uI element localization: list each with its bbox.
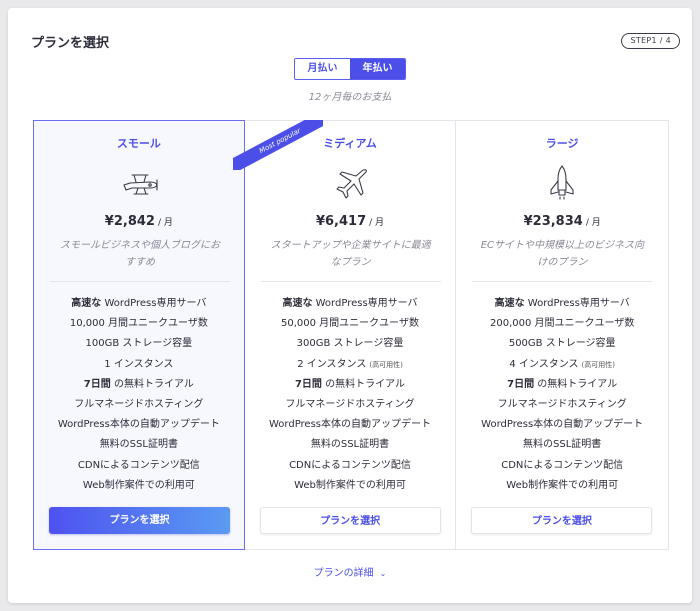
feature-item: 無料のSSL証明書 — [310, 439, 390, 451]
feature-item: フルマネージドホスティング — [497, 399, 627, 411]
feature-item: CDNによるコンテンツ配信 — [77, 459, 200, 471]
select-plan-button-large[interactable]: プランを選択 — [471, 507, 653, 534]
select-plan-button-medium[interactable]: プランを選択 — [259, 507, 441, 534]
feature-item: 無料のSSL証明書 — [99, 439, 178, 451]
feature-item: Web制作案件での利用可 — [82, 479, 195, 491]
feature-item: WordPress本体の自動アップデート — [57, 419, 220, 431]
divider — [50, 281, 230, 282]
feature-item: 7日間 の無料トライアル — [294, 378, 406, 390]
feature-item: 100GB ストレージ容量 — [85, 338, 193, 350]
billing-toggle: 月払い 年払い — [294, 58, 406, 80]
feature-item: WordPress本体の自動アップデート — [268, 419, 432, 431]
plan-card-medium[interactable]: Most popular ミディアム ¥6,417/ 月 スタートアップや企業サ… — [232, 120, 457, 549]
divider — [260, 281, 441, 282]
plan-description: スモールビジネスや個人ブログにお すすめ — [60, 240, 220, 268]
feature-list: 高速な WordPress専用サーバ 50,000 月間ユニークユーザ数 300… — [245, 294, 456, 496]
plan-card-large[interactable]: ラージ ¥23,834/ 月 ECサイトや中規模以上のビジネス向 けのプラン 高速… — [456, 121, 668, 549]
feature-item: Web制作案件での利用可 — [506, 479, 619, 491]
jet-plane-icon — [336, 169, 367, 199]
billing-note: 12ヶ月毎のお支払 — [308, 92, 392, 103]
plan-details-link[interactable]: プランの詳細 ⌄ — [8, 564, 692, 579]
feature-list: 高速な WordPress専用サーバ 10,000 月間ユニークユーザ数 100… — [34, 294, 244, 496]
step-badge: STEP1 / 4 — [621, 33, 680, 49]
feature-item: 500GB ストレージ容量 — [508, 338, 616, 350]
feature-item: 高速な WordPress専用サーバ — [71, 298, 207, 309]
chevron-down-icon: ⌄ — [379, 569, 387, 578]
plan-description: スタートアップや企業サイトに最適 なプラン — [270, 240, 431, 268]
feature-item: 50,000 月間ユニークユーザ数 — [281, 318, 419, 330]
feature-item: Web制作案件での利用可 — [294, 479, 406, 491]
plan-price: ¥6,417/ 月 — [315, 214, 385, 229]
page-title: プランを選択 — [31, 36, 110, 51]
feature-item: 300GB ストレージ容量 — [296, 338, 404, 350]
billing-monthly-option[interactable]: 月払い — [295, 59, 350, 79]
feature-item: 2 インスタンス (高可用性) — [297, 358, 403, 370]
divider — [472, 281, 653, 282]
feature-item: 7日間 の無料トライアル — [507, 378, 618, 390]
feature-item: 高速な WordPress専用サーバ — [282, 298, 418, 309]
feature-item: 1 インスタンス — [104, 358, 174, 370]
feature-item: WordPress本体の自動アップデート — [481, 419, 644, 431]
billing-yearly-option[interactable]: 年払い — [350, 59, 405, 79]
plan-selection-card: プランを選択 STEP1 / 4 月払い 年払い 12ヶ月毎のお支払 スモール … — [8, 8, 692, 603]
plan-name: ミディアム — [323, 137, 377, 150]
plan-name: スモール — [116, 137, 161, 150]
biplane-icon — [123, 174, 158, 195]
feature-item: 無料のSSL証明書 — [523, 439, 602, 451]
feature-item: 4 インスタンス (高可用性) — [509, 358, 615, 370]
feature-item: 7日間 の無料トライアル — [83, 378, 194, 390]
feature-item: 10,000 月間ユニークユーザ数 — [69, 318, 208, 330]
plan-columns: スモール ¥2,842/ 月 スモールビジネスや個人ブログにお すすめ 高速な W… — [33, 120, 669, 550]
plan-card-small[interactable]: スモール ¥2,842/ 月 スモールビジネスや個人ブログにお すすめ 高速な W… — [33, 120, 245, 550]
feature-item: フルマネージドホスティング — [74, 399, 204, 411]
feature-item: CDNによるコンテンツ配信 — [501, 459, 624, 471]
plan-price: ¥23,834/ 月 — [523, 214, 601, 229]
space-shuttle-icon — [550, 165, 574, 200]
plan-details-label: プランの詳細 — [313, 568, 374, 579]
select-plan-button-small[interactable]: プランを選択 — [49, 507, 230, 534]
plan-description: ECサイトや中規模以上のビジネス向 けのプラン — [480, 240, 644, 268]
feature-item: フルマネージドホスティング — [285, 399, 415, 411]
plan-name: ラージ — [545, 137, 579, 150]
feature-item: 200,000 月間ユニークユーザ数 — [490, 318, 635, 330]
plan-price: ¥2,842/ 月 — [104, 214, 173, 229]
feature-list: 高速な WordPress専用サーバ 200,000 月間ユニークユーザ数 50… — [456, 294, 668, 496]
feature-item: CDNによるコンテンツ配信 — [289, 459, 411, 471]
feature-item: 高速な WordPress専用サーバ — [494, 298, 630, 309]
